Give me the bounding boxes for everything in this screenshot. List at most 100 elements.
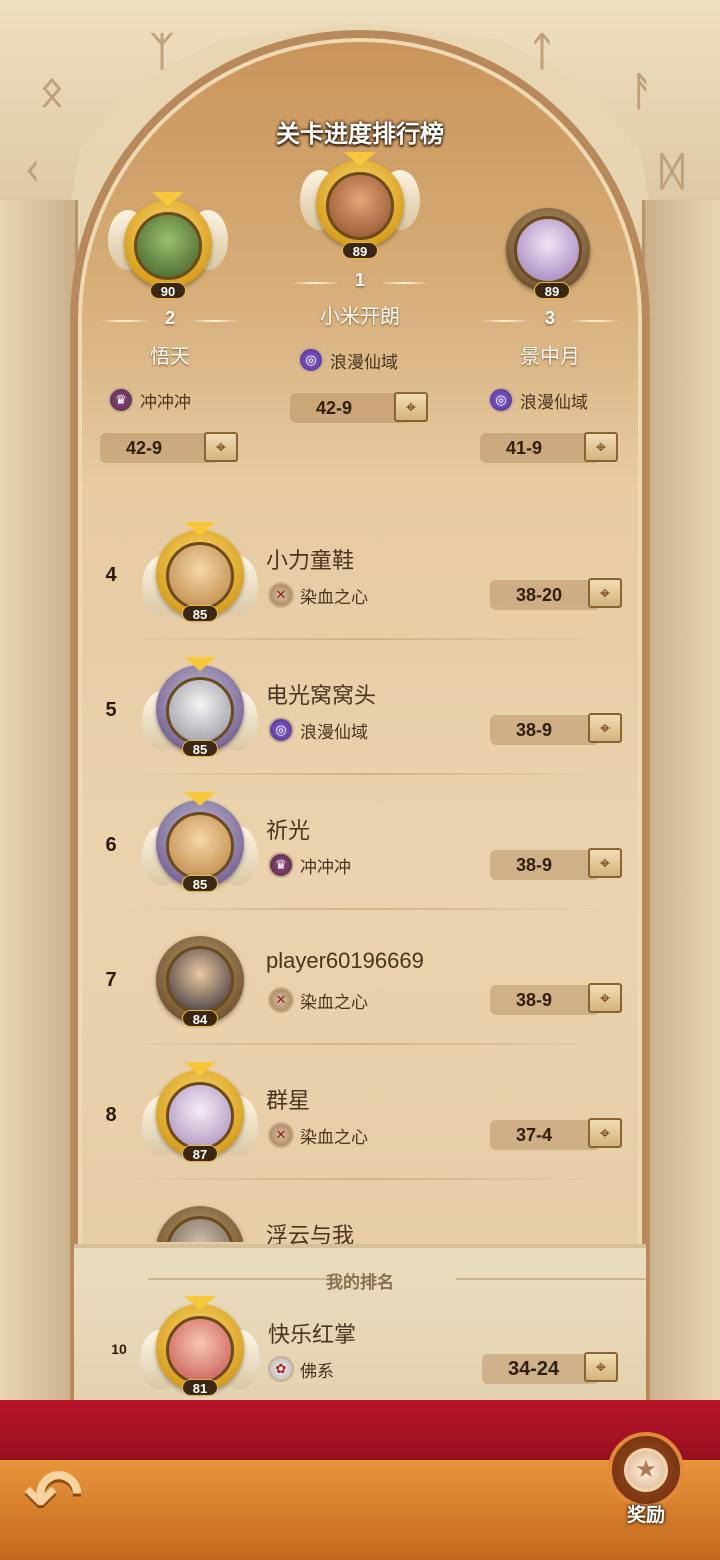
- map-pin-icon[interactable]: ⌖: [584, 1352, 618, 1382]
- guild-name: 佛系: [300, 1361, 334, 1381]
- podium-2-stage: 42-9: [100, 433, 220, 463]
- rune-decoration: ᛏ: [530, 30, 554, 74]
- player-portrait: [166, 1082, 234, 1150]
- level-badge: 84: [182, 1010, 218, 1027]
- blood-heart-emblem-icon: ✕: [268, 987, 294, 1013]
- my-rank-number: 10: [111, 1341, 127, 1357]
- stage-progress: 38-9: [490, 715, 600, 745]
- level-badge: 89: [342, 242, 378, 259]
- divider: [190, 320, 240, 322]
- player-portrait: [166, 677, 234, 745]
- player-portrait: [166, 1316, 234, 1384]
- divider: [380, 282, 430, 284]
- map-pin-icon[interactable]: ⌖: [584, 432, 618, 462]
- podium-1-guild: ◎ 浪漫仙域: [298, 347, 398, 373]
- stage-progress: 37-4: [490, 1120, 600, 1150]
- purple-emblem-icon: ◎: [488, 387, 514, 413]
- chevron-icon: [184, 657, 216, 671]
- player-portrait: [514, 216, 582, 284]
- row-divider: [118, 908, 608, 910]
- my-avatar[interactable]: 81: [140, 1296, 260, 1400]
- level-badge: 85: [182, 605, 218, 622]
- player-name: 群星: [266, 1088, 311, 1113]
- podium-3-rank: 3: [544, 308, 555, 328]
- divider: [480, 320, 530, 322]
- map-pin-icon[interactable]: ⌖: [394, 392, 428, 422]
- player-name: 电光窝窝头: [266, 683, 377, 708]
- guild-name: 浪漫仙域: [300, 722, 368, 742]
- my-guild-label: ✿ 佛系: [268, 1356, 334, 1382]
- player-name: 祈光: [266, 818, 311, 843]
- map-pin-icon[interactable]: ⌖: [588, 578, 622, 608]
- rank-number: 4: [105, 564, 117, 586]
- level-badge: 89: [534, 282, 570, 299]
- stage-progress: 38-9: [490, 850, 600, 880]
- podium-3-guild: ◎ 浪漫仙域: [488, 387, 588, 413]
- rank-number: 5: [105, 699, 117, 721]
- row-divider: [118, 773, 608, 775]
- my-stage-progress: 34-24: [482, 1354, 600, 1384]
- leaderboard-screen: ᚲ ᛟ ᛉ ᛏ ᚨ ᛞ 关卡进度排行榜 89 1 小米开朗 ◎ 浪漫仙域 42-…: [0, 0, 720, 1560]
- level-badge: 85: [182, 875, 218, 892]
- rank-number: 7: [105, 969, 117, 991]
- podium-2-guild: ♛ 冲冲冲: [108, 387, 191, 413]
- guild-name: 浪漫仙域: [520, 392, 588, 412]
- player-name: 小力童鞋: [266, 548, 355, 573]
- list-avatar[interactable]: 85: [142, 522, 258, 626]
- page-title: 关卡进度排行榜: [276, 121, 444, 148]
- rune-decoration: ᛞ: [660, 150, 684, 194]
- map-pin-icon[interactable]: ⌖: [204, 432, 238, 462]
- guild-name: 染血之心: [300, 992, 368, 1012]
- crown-emblem-icon: ♛: [268, 852, 294, 878]
- row-divider: [118, 638, 608, 640]
- rune-decoration: ᛟ: [40, 70, 64, 114]
- player-portrait: [166, 542, 234, 610]
- guild-label: ✕ 染血之心: [268, 987, 368, 1013]
- chevron-icon: [344, 152, 376, 166]
- chevron-icon: [184, 792, 216, 806]
- podium-3-avatar[interactable]: 89: [496, 200, 606, 310]
- podium-1-name: 小米开朗: [320, 306, 400, 328]
- my-rank-heading: 我的排名: [326, 1273, 394, 1292]
- reward-label: 奖励: [626, 1505, 665, 1526]
- podium-2-rank: 2: [164, 308, 175, 328]
- reward-circle: ★: [608, 1432, 684, 1508]
- player-portrait: [326, 172, 394, 240]
- blood-heart-emblem-icon: ✕: [268, 582, 294, 608]
- list-avatar[interactable]: 85: [142, 792, 258, 896]
- map-pin-icon[interactable]: ⌖: [588, 713, 622, 743]
- player-name: player60196669: [266, 948, 424, 973]
- guild-name: 浪漫仙域: [330, 352, 398, 372]
- row-divider: [118, 1178, 608, 1180]
- player-portrait: [166, 946, 234, 1014]
- map-pin-icon[interactable]: ⌖: [588, 848, 622, 878]
- guild-name: 冲冲冲: [140, 392, 191, 412]
- player-portrait: [166, 812, 234, 880]
- list-avatar[interactable]: [150, 1202, 250, 1242]
- list-avatar[interactable]: 85: [142, 657, 258, 761]
- reward-button[interactable]: ★ 奖励: [598, 1432, 694, 1532]
- rune-decoration: ᚲ: [20, 150, 44, 194]
- podium-1-stage: 42-9: [290, 393, 410, 423]
- level-badge: 81: [182, 1379, 218, 1396]
- medal-star-icon: ★: [624, 1448, 668, 1492]
- guild-label: ✕ 染血之心: [268, 582, 368, 608]
- podium-2-name: 悟天: [150, 346, 190, 368]
- guild-label: ◎ 浪漫仙域: [268, 717, 368, 743]
- blood-heart-emblem-icon: ✕: [268, 1122, 294, 1148]
- map-pin-icon[interactable]: ⌖: [588, 983, 622, 1013]
- purple-emblem-icon: ◎: [298, 347, 324, 373]
- divider: [100, 320, 150, 322]
- back-arrow-icon[interactable]: ↶: [24, 1460, 114, 1530]
- map-pin-icon[interactable]: ⌖: [588, 1118, 622, 1148]
- rune-decoration: ᛉ: [150, 30, 174, 74]
- level-badge: 85: [182, 740, 218, 757]
- list-avatar[interactable]: 84: [148, 932, 252, 1032]
- guild-name: 染血之心: [300, 587, 368, 607]
- podium-2-avatar[interactable]: 90: [108, 190, 228, 310]
- list-avatar[interactable]: 87: [142, 1062, 258, 1166]
- crown-emblem-icon: ♛: [108, 387, 134, 413]
- rune-decoration: ᚨ: [630, 70, 654, 114]
- chevron-icon: [184, 1296, 216, 1310]
- podium-1-avatar[interactable]: 89: [300, 150, 420, 270]
